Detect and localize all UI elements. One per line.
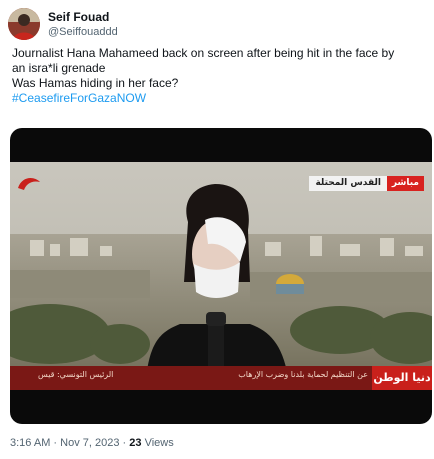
author-handle[interactable]: @Seiffouaddd <box>48 25 118 39</box>
channel-logo-icon <box>18 178 40 190</box>
tweet-line: Was Hamas hiding in her face? <box>12 76 179 90</box>
ticker-text-secondary: الرئيس التونسي: قيس <box>38 370 114 379</box>
tweet-meta: 3:16 AM · Nov 7, 2023 · 23 Views <box>10 436 174 450</box>
tweet-card: Seif Fouad @Seiffouaddd Journalist Hana … <box>0 0 434 459</box>
tweet-line: Journalist Hana Mahameed back on screen … <box>12 46 395 60</box>
live-location-badge: مباشر القدس المحتلة <box>309 176 424 191</box>
tweet-text: Journalist Hana Mahameed back on screen … <box>12 46 426 106</box>
author-names: Seif Fouad @Seiffouaddd <box>48 10 118 39</box>
avatar[interactable] <box>8 8 40 40</box>
live-label: مباشر <box>386 176 424 191</box>
views-count: 23 <box>129 437 142 449</box>
tweet-time[interactable]: 3:16 AM <box>10 437 50 449</box>
channel-name-badge: دنيا الوطن <box>372 366 432 390</box>
ticker-text: عن التنظيم لحماية بلدنا وضرب الإرهاب <box>238 370 368 379</box>
tweet-date[interactable]: Nov 7, 2023 <box>60 437 119 449</box>
tweet-header: Seif Fouad @Seiffouaddd <box>8 4 118 44</box>
hashtag-link[interactable]: #CeasefireForGazaNOW <box>12 91 426 106</box>
views-label: Views <box>144 437 174 449</box>
tv-screen: مباشر القدس المحتلة الرئيس التونسي: قيس … <box>10 162 432 390</box>
tweet-media-image[interactable]: مباشر القدس المحتلة الرئيس التونسي: قيس … <box>10 128 432 424</box>
location-label: القدس المحتلة <box>309 176 387 191</box>
author-display-name[interactable]: Seif Fouad <box>48 10 118 25</box>
news-broadcast-image <box>10 162 432 390</box>
profile-photo-icon <box>8 8 40 40</box>
meta-separator: · <box>53 437 58 449</box>
news-ticker: الرئيس التونسي: قيس عن التنظيم لحماية بل… <box>10 366 432 390</box>
meta-separator: · <box>122 437 127 449</box>
tweet-line: an isra*li grenade <box>12 61 106 75</box>
